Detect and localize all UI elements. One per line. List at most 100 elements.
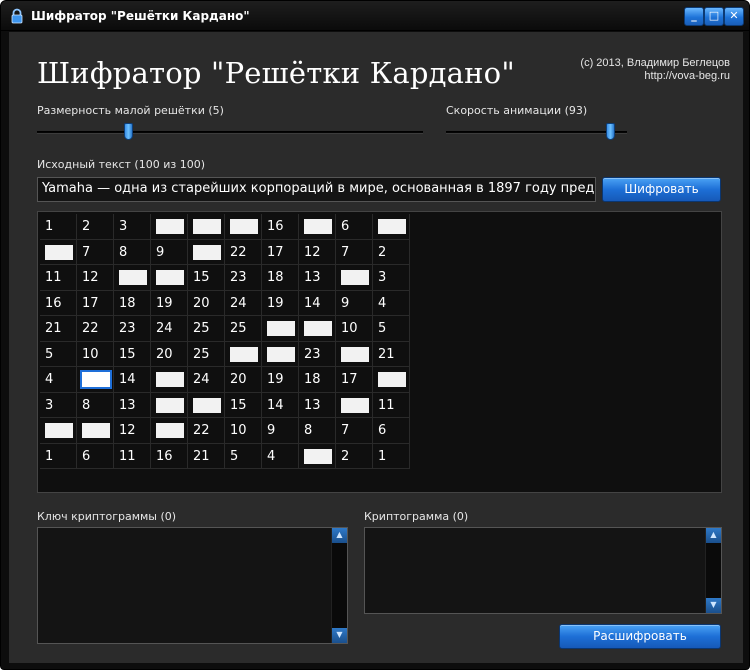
grid-cell[interactable]: 18 [299, 367, 336, 393]
size-slider[interactable] [37, 122, 423, 142]
grid-hole[interactable] [156, 219, 184, 234]
grid-hole[interactable] [45, 244, 73, 260]
grid-cell[interactable]: 9 [151, 239, 188, 265]
grid-cell[interactable]: 19 [262, 367, 299, 393]
grid-hole[interactable] [230, 346, 258, 362]
grid-cell[interactable] [336, 341, 373, 367]
grid-cell[interactable] [151, 265, 188, 291]
grid-hole[interactable] [119, 270, 147, 285]
grid-cell[interactable]: 13 [299, 265, 336, 291]
grid-cell[interactable] [77, 367, 114, 393]
grid-cell[interactable]: 7 [77, 239, 114, 265]
grid-hole[interactable] [156, 372, 184, 387]
grid-cell[interactable]: 11 [40, 265, 77, 291]
grid-cell[interactable]: 25 [225, 316, 262, 342]
grid-cell[interactable] [225, 214, 262, 240]
encrypt-button[interactable]: Шифровать [602, 177, 721, 202]
grid-hole[interactable] [156, 397, 184, 413]
grid-cell[interactable]: 11 [114, 443, 151, 469]
grid-cell[interactable] [188, 239, 225, 265]
grid-cell[interactable]: 22 [77, 316, 114, 342]
grid-cell[interactable] [151, 214, 188, 240]
grid-cell[interactable] [336, 265, 373, 291]
grid-cell[interactable] [262, 316, 299, 342]
close-button[interactable]: ✕ [724, 7, 744, 26]
grid-cell[interactable]: 15 [114, 341, 151, 367]
grid-cell[interactable] [336, 392, 373, 418]
grid-cell[interactable]: 6 [373, 418, 410, 444]
grid-cell[interactable]: 2 [77, 214, 114, 240]
grid-cell[interactable]: 17 [336, 367, 373, 393]
grid-cell[interactable]: 20 [151, 341, 188, 367]
grid-cell[interactable]: 1 [373, 443, 410, 469]
grid-hole[interactable] [45, 423, 73, 438]
grid-cell[interactable]: 3 [373, 265, 410, 291]
grid-hole[interactable] [341, 346, 369, 362]
grid-cell[interactable]: 10 [225, 418, 262, 444]
grid-cell[interactable]: 1 [40, 443, 77, 469]
grid-cell[interactable]: 4 [373, 290, 410, 316]
grid-cell[interactable] [151, 418, 188, 444]
grid-cell[interactable]: 5 [225, 443, 262, 469]
grid-cell[interactable]: 15 [188, 265, 225, 291]
grid-cell[interactable]: 17 [77, 290, 114, 316]
grid-cell[interactable] [188, 392, 225, 418]
grid-hole[interactable] [378, 219, 406, 234]
grid-cell[interactable]: 20 [225, 367, 262, 393]
grid-hole[interactable] [304, 448, 332, 464]
grid-cell[interactable]: 11 [373, 392, 410, 418]
speed-slider-thumb[interactable] [606, 123, 615, 140]
grid-hole[interactable] [193, 244, 221, 260]
grid-cell[interactable]: 7 [336, 239, 373, 265]
grid-cell[interactable]: 4 [262, 443, 299, 469]
grid-cell[interactable]: 12 [77, 265, 114, 291]
grid-cell[interactable]: 16 [262, 214, 299, 240]
grid-cell[interactable]: 23 [225, 265, 262, 291]
grid-cell[interactable] [373, 214, 410, 240]
grid-cell[interactable]: 2 [336, 443, 373, 469]
key-scrollbar[interactable]: ▲ ▼ [331, 528, 347, 643]
title-bar[interactable]: Шифратор "Решётки Кардано" _ □ ✕ [1, 1, 749, 31]
grid-hole[interactable] [156, 423, 184, 438]
grid-cell[interactable]: 2 [373, 239, 410, 265]
speed-slider[interactable] [446, 122, 627, 142]
grid-hole[interactable] [193, 219, 221, 234]
grid-hole[interactable] [378, 372, 406, 387]
grid-cell[interactable]: 12 [299, 239, 336, 265]
grid-hole[interactable] [82, 423, 110, 438]
grid-cell[interactable] [40, 418, 77, 444]
grid-cell[interactable] [77, 418, 114, 444]
grid-cell[interactable]: 10 [77, 341, 114, 367]
grid-cell[interactable]: 9 [262, 418, 299, 444]
grid-cell[interactable]: 12 [114, 418, 151, 444]
grid-cell[interactable]: 25 [188, 316, 225, 342]
grid-cell[interactable]: 20 [188, 290, 225, 316]
grid-cell[interactable]: 16 [151, 443, 188, 469]
grid-cell[interactable] [225, 341, 262, 367]
grid-cell[interactable]: 3 [40, 392, 77, 418]
grid-cell[interactable]: 22 [225, 239, 262, 265]
grid-cell[interactable]: 9 [336, 290, 373, 316]
grid-cell[interactable]: 23 [114, 316, 151, 342]
scroll-up-icon[interactable]: ▲ [332, 528, 347, 543]
grid-cell[interactable] [114, 265, 151, 291]
decrypt-button[interactable]: Расшифровать [559, 624, 721, 649]
grid-cell[interactable] [299, 214, 336, 240]
grid-hole[interactable] [304, 321, 332, 336]
grid-cell[interactable]: 3 [114, 214, 151, 240]
grid-cell[interactable] [299, 316, 336, 342]
size-slider-thumb[interactable] [124, 123, 133, 140]
grid-cell[interactable]: 5 [373, 316, 410, 342]
grid-cell[interactable]: 15 [225, 392, 262, 418]
grid-cell[interactable] [188, 214, 225, 240]
minimize-button[interactable]: _ [684, 7, 704, 26]
grid-hole[interactable] [156, 270, 184, 285]
grid-cell[interactable]: 24 [225, 290, 262, 316]
maximize-button[interactable]: □ [704, 7, 724, 26]
grid-cell[interactable]: 13 [114, 392, 151, 418]
cipher-textarea[interactable]: ▲ ▼ [364, 527, 722, 614]
grid-cell[interactable]: 8 [299, 418, 336, 444]
grid-hole[interactable] [230, 219, 258, 234]
grid-hole-selected[interactable] [80, 370, 112, 389]
grid-cell[interactable]: 14 [299, 290, 336, 316]
